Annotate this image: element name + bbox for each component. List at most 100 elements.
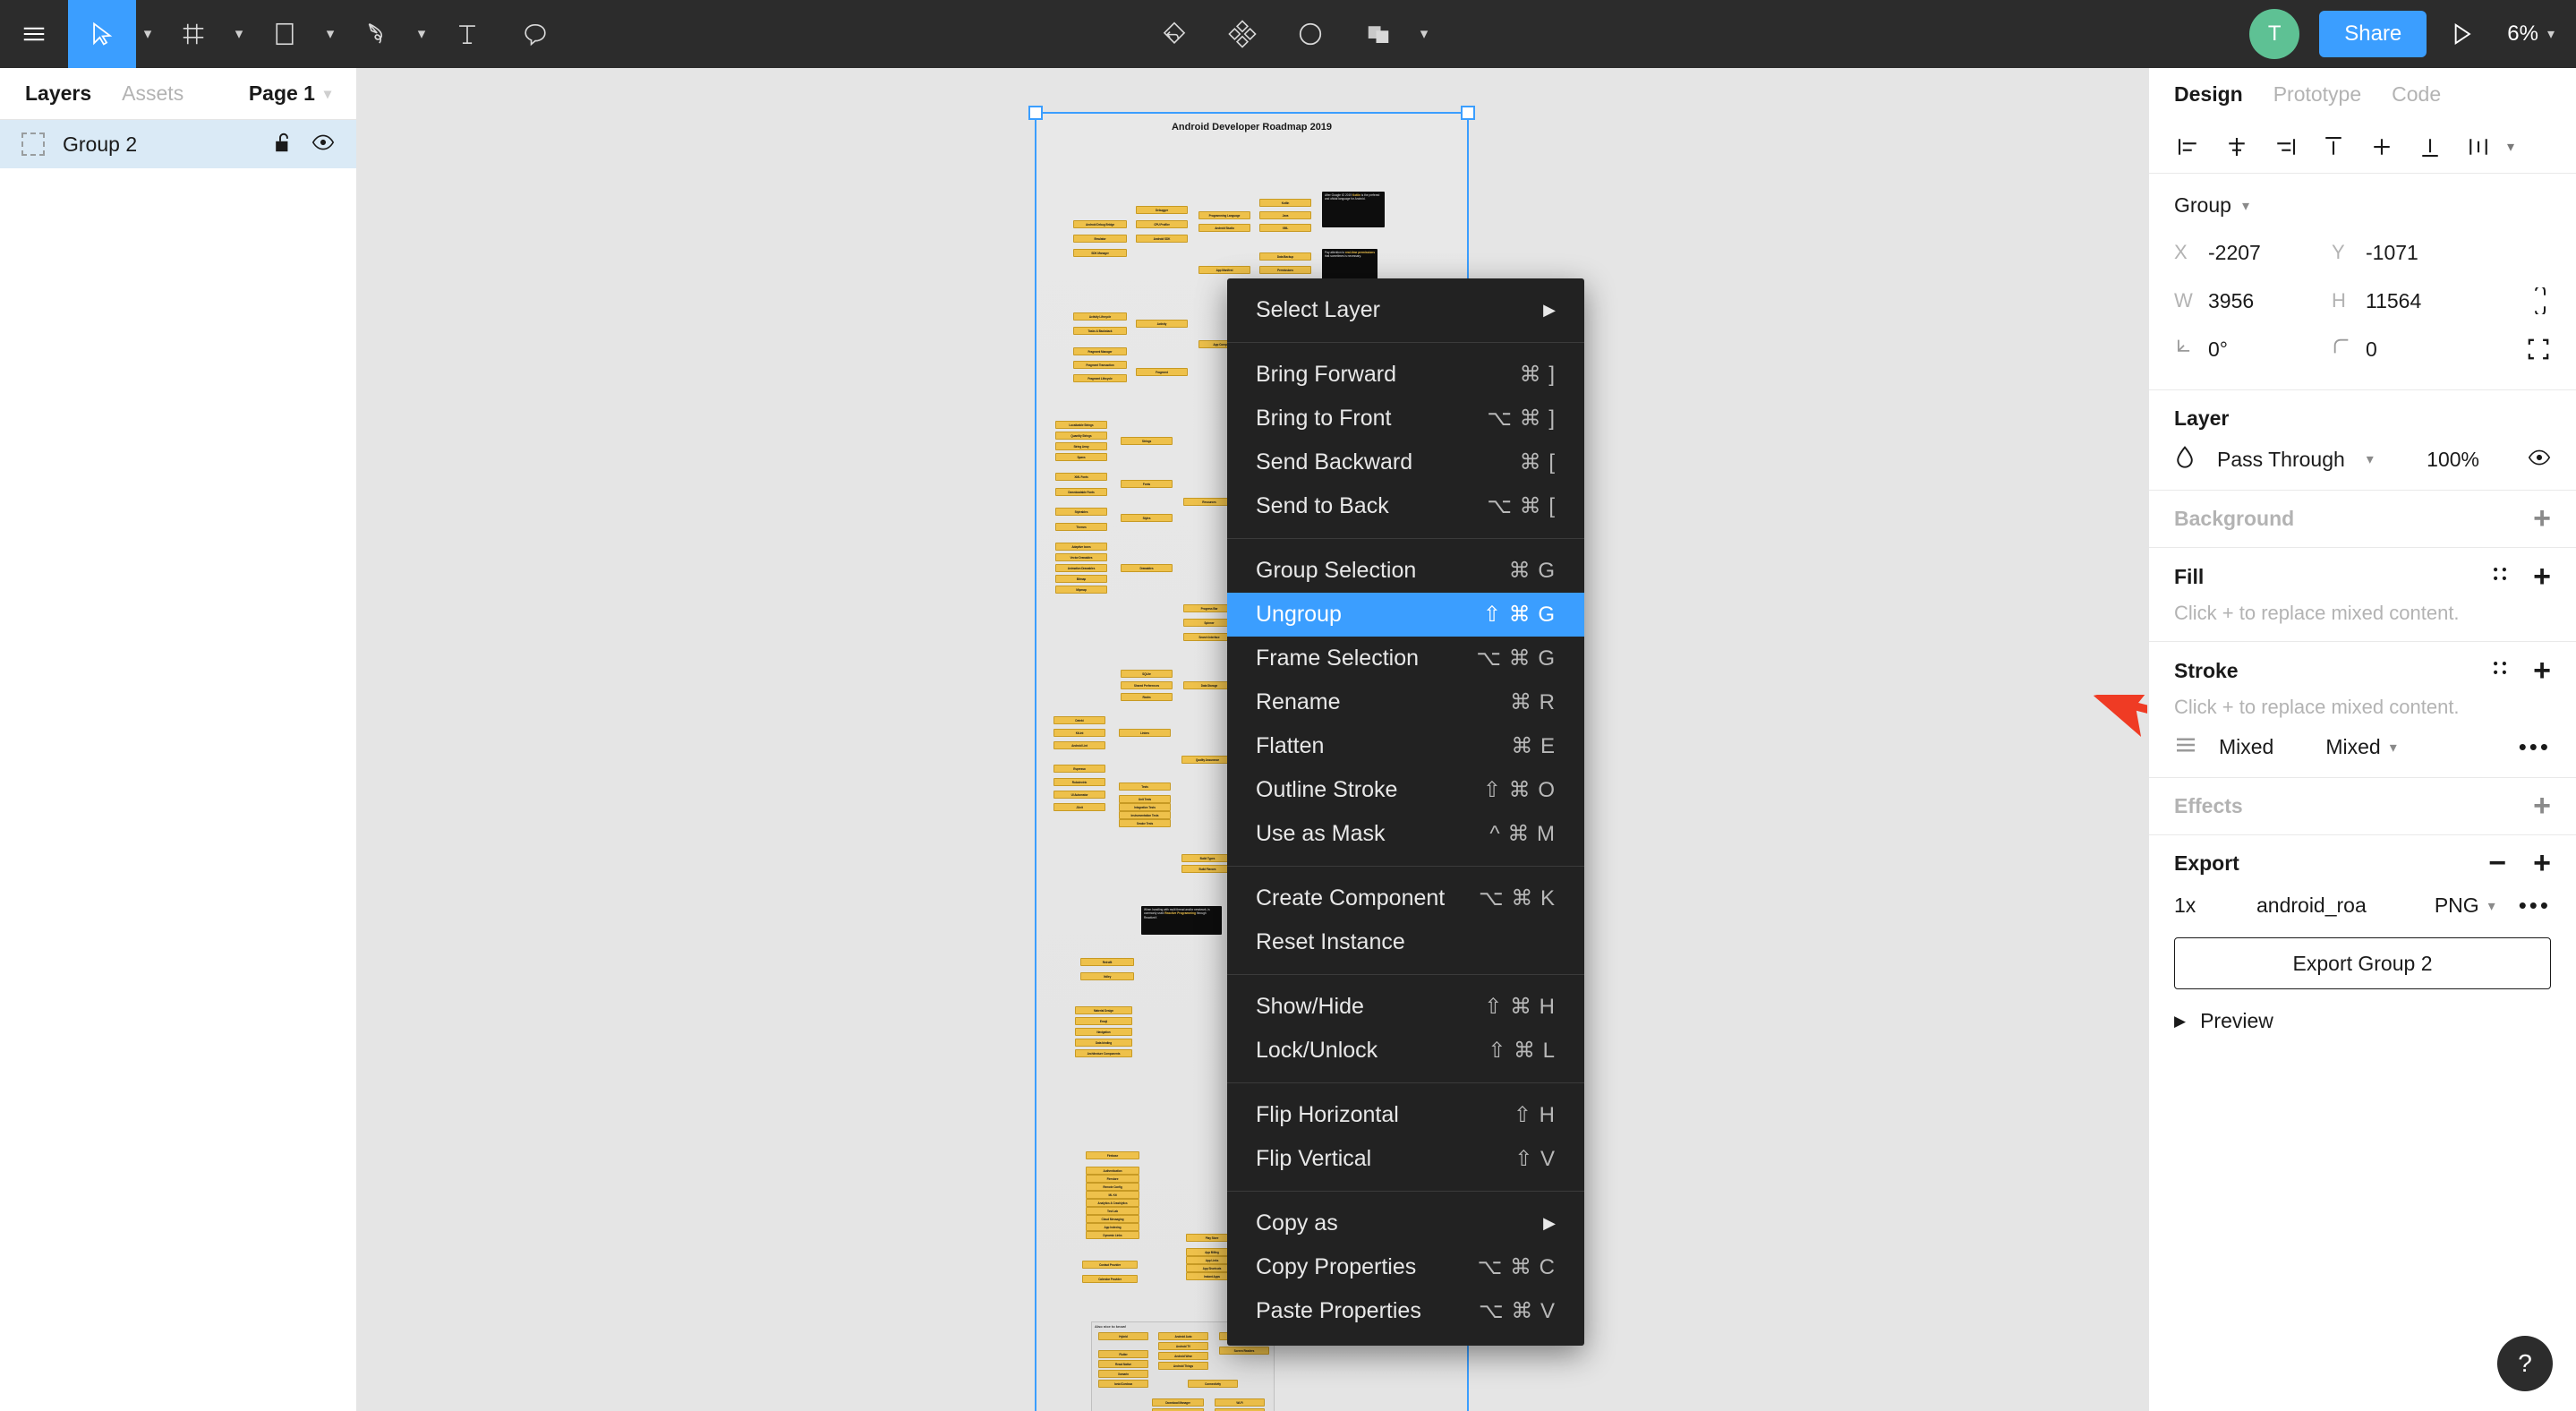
chevron-down-icon[interactable]: ▾ — [324, 85, 331, 103]
roadmap-node[interactable]: Bitmap — [1055, 575, 1107, 583]
roadmap-node[interactable]: Cloud Messaging — [1086, 1215, 1139, 1223]
roadmap-node[interactable]: Activity Lifecycle — [1073, 312, 1127, 321]
comment-bubble-icon[interactable] — [501, 0, 569, 68]
canvas-context-menu[interactable]: Select Layer ▶ Bring Forward ⌘ ] Bring to Fr… — [1227, 278, 1584, 1346]
roadmap-node[interactable]: String Array — [1055, 442, 1107, 450]
four-dots-icon[interactable] — [2490, 564, 2510, 589]
roadmap-node[interactable]: ML Kit — [1086, 1191, 1139, 1199]
menu-item-bring-to-front[interactable]: Bring to Front ⌥ ⌘ ] — [1227, 397, 1584, 440]
menu-item-reset-instance[interactable]: Reset Instance — [1227, 920, 1584, 964]
chevron-down-icon[interactable]: ▾ — [2367, 450, 2374, 468]
text-t-icon[interactable] — [433, 0, 501, 68]
roadmap-node[interactable]: Quantity Strings — [1055, 432, 1107, 440]
roadmap-node[interactable]: Calendar Provider — [1082, 1275, 1138, 1283]
roadmap-node[interactable]: Mipmap — [1055, 586, 1107, 594]
layer-row-group-2[interactable]: Group 2 — [0, 120, 356, 168]
menu-item-bring-forward[interactable]: Bring Forward ⌘ ] — [1227, 353, 1584, 397]
menu-item-ungroup[interactable]: Ungroup ⇧ ⌘ G — [1227, 593, 1584, 637]
roadmap-node[interactable]: Activity — [1136, 320, 1188, 328]
chevron-down-icon[interactable]: ▾ — [2390, 739, 2397, 757]
roadmap-node[interactable]: Material Design — [1075, 1006, 1132, 1014]
roadmap-node[interactable]: Fragment — [1136, 368, 1188, 376]
roadmap-node[interactable]: App Manifest — [1198, 266, 1250, 274]
ellipsis-icon[interactable]: ••• — [2519, 733, 2551, 761]
roadmap-node[interactable]: Dynamic Links — [1086, 1231, 1139, 1239]
roadmap-node[interactable]: Linters — [1119, 729, 1171, 737]
roadmap-node[interactable]: Android Debug Bridge — [1073, 220, 1127, 228]
menu-item-paste-properties[interactable]: Paste Properties ⌥ ⌘ V — [1227, 1289, 1584, 1333]
roadmap-node[interactable]: Adaptive Icons — [1055, 543, 1107, 551]
chevron-down-icon[interactable]: ▾ — [2242, 197, 2249, 215]
avatar[interactable]: T — [2249, 9, 2300, 59]
chevron-down-icon[interactable]: ▾ — [227, 0, 251, 68]
tool-pen[interactable]: ▾ — [342, 0, 433, 68]
roadmap-node[interactable]: CPU Profiler — [1136, 220, 1188, 228]
menu-item-send-to-back[interactable]: Send to Back ⌥ ⌘ [ — [1227, 484, 1584, 528]
tab-code[interactable]: Code — [2392, 82, 2441, 107]
chevron-down-icon[interactable]: ▾ — [2488, 897, 2495, 915]
stroke-style-selector[interactable]: Mixed ▾ — [2325, 735, 2396, 759]
chevron-down-icon[interactable]: ▾ — [319, 0, 342, 68]
align-left-icon[interactable] — [2169, 127, 2208, 167]
menu-item-copy-as[interactable]: Copy as ▶ — [1227, 1201, 1584, 1245]
menu-item-flatten[interactable]: Flatten ⌘ E — [1227, 724, 1584, 768]
tab-design[interactable]: Design — [2174, 82, 2243, 107]
roadmap-node[interactable]: Emoji — [1075, 1017, 1132, 1025]
export-group-button[interactable]: Export Group 2 — [2174, 937, 2551, 989]
plus-icon[interactable]: + — [2533, 654, 2551, 686]
roadmap-node[interactable]: Data binding — [1075, 1039, 1132, 1047]
roadmap-node[interactable]: Robolectric — [1053, 778, 1105, 786]
roadmap-node[interactable]: Authentication — [1086, 1167, 1139, 1175]
height-field[interactable]: H 11564 — [2332, 289, 2489, 313]
roadmap-node[interactable]: Retrofit — [1080, 958, 1134, 966]
roadmap-node[interactable]: Emulator — [1073, 235, 1127, 243]
plus-icon[interactable]: + — [2533, 560, 2551, 592]
roadmap-node[interactable]: Programming Language — [1198, 211, 1250, 219]
rotation-field[interactable]: 0° — [2174, 337, 2332, 362]
roadmap-node[interactable]: UI Automator — [1053, 791, 1105, 799]
roadmap-node[interactable]: Styles — [1121, 514, 1173, 522]
roadmap-node[interactable]: Smoke Tests — [1119, 819, 1171, 827]
four-dots-icon[interactable] — [2490, 658, 2510, 683]
cursor-arrow-icon[interactable] — [68, 0, 136, 68]
tab-layers[interactable]: Layers — [25, 81, 91, 106]
roadmap-node[interactable]: Remote Config — [1086, 1183, 1139, 1191]
export-filename-value[interactable]: android_roa — [2256, 894, 2435, 918]
roadmap-node[interactable]: Navigation — [1075, 1028, 1132, 1036]
roadmap-node[interactable]: Quality Assurance — [1181, 756, 1233, 764]
unlock-icon[interactable] — [274, 132, 292, 158]
roadmap-node[interactable]: Build Flavors — [1181, 865, 1233, 873]
roadmap-node[interactable]: XML — [1259, 224, 1311, 232]
roadmap-node[interactable]: Detekt — [1053, 716, 1105, 724]
align-top-icon[interactable] — [2314, 127, 2353, 167]
chevron-down-icon[interactable]: ▾ — [1412, 0, 1436, 68]
corner-radius-field[interactable]: 0 — [2332, 337, 2489, 362]
menu-item-group-selection[interactable]: Group Selection ⌘ G — [1227, 549, 1584, 593]
roadmap-node[interactable]: Fragment Lifecycle — [1073, 374, 1127, 382]
x-field[interactable]: X -2207 — [2174, 241, 2332, 265]
roadmap-node[interactable]: Firestore — [1086, 1175, 1139, 1183]
help-button[interactable]: ? — [2497, 1336, 2553, 1391]
ellipsis-icon[interactable]: ••• — [2519, 892, 2551, 919]
zoom-control[interactable]: 6% ▾ — [2496, 21, 2555, 47]
roadmap-node[interactable]: Android Studio — [1198, 224, 1250, 232]
roadmap-node[interactable]: Themes — [1055, 523, 1107, 531]
roadmap-node[interactable]: Kotlin — [1259, 199, 1311, 207]
align-bottom-icon[interactable] — [2410, 127, 2450, 167]
share-button[interactable]: Share — [2319, 11, 2427, 57]
preview-toggle[interactable]: ▶ Preview — [2174, 989, 2551, 1033]
roadmap-node[interactable]: Fragment Transaction — [1073, 361, 1127, 369]
node-type-selector[interactable]: Group ▾ — [2174, 190, 2551, 228]
roadmap-node[interactable]: Tasks & Backstack — [1073, 327, 1127, 335]
menu-item-use-as-mask[interactable]: Use as Mask ^ ⌘ M — [1227, 812, 1584, 856]
menu-item-send-backward[interactable]: Send Backward ⌘ [ — [1227, 440, 1584, 484]
roadmap-node[interactable]: Downloadable Fonts — [1055, 488, 1107, 496]
boolean-ops-group[interactable]: ▾ — [1344, 0, 1436, 68]
tab-prototype[interactable]: Prototype — [2273, 82, 2361, 107]
roadmap-node[interactable]: Architecture Components — [1075, 1049, 1132, 1057]
roadmap-node[interactable]: Drawables — [1121, 564, 1173, 572]
chevron-down-icon[interactable]: ▾ — [410, 0, 433, 68]
roadmap-node[interactable]: Styleables — [1055, 508, 1107, 516]
plus-icon[interactable]: + — [2533, 503, 2551, 534]
chevron-down-icon[interactable]: ▾ — [2507, 138, 2514, 156]
